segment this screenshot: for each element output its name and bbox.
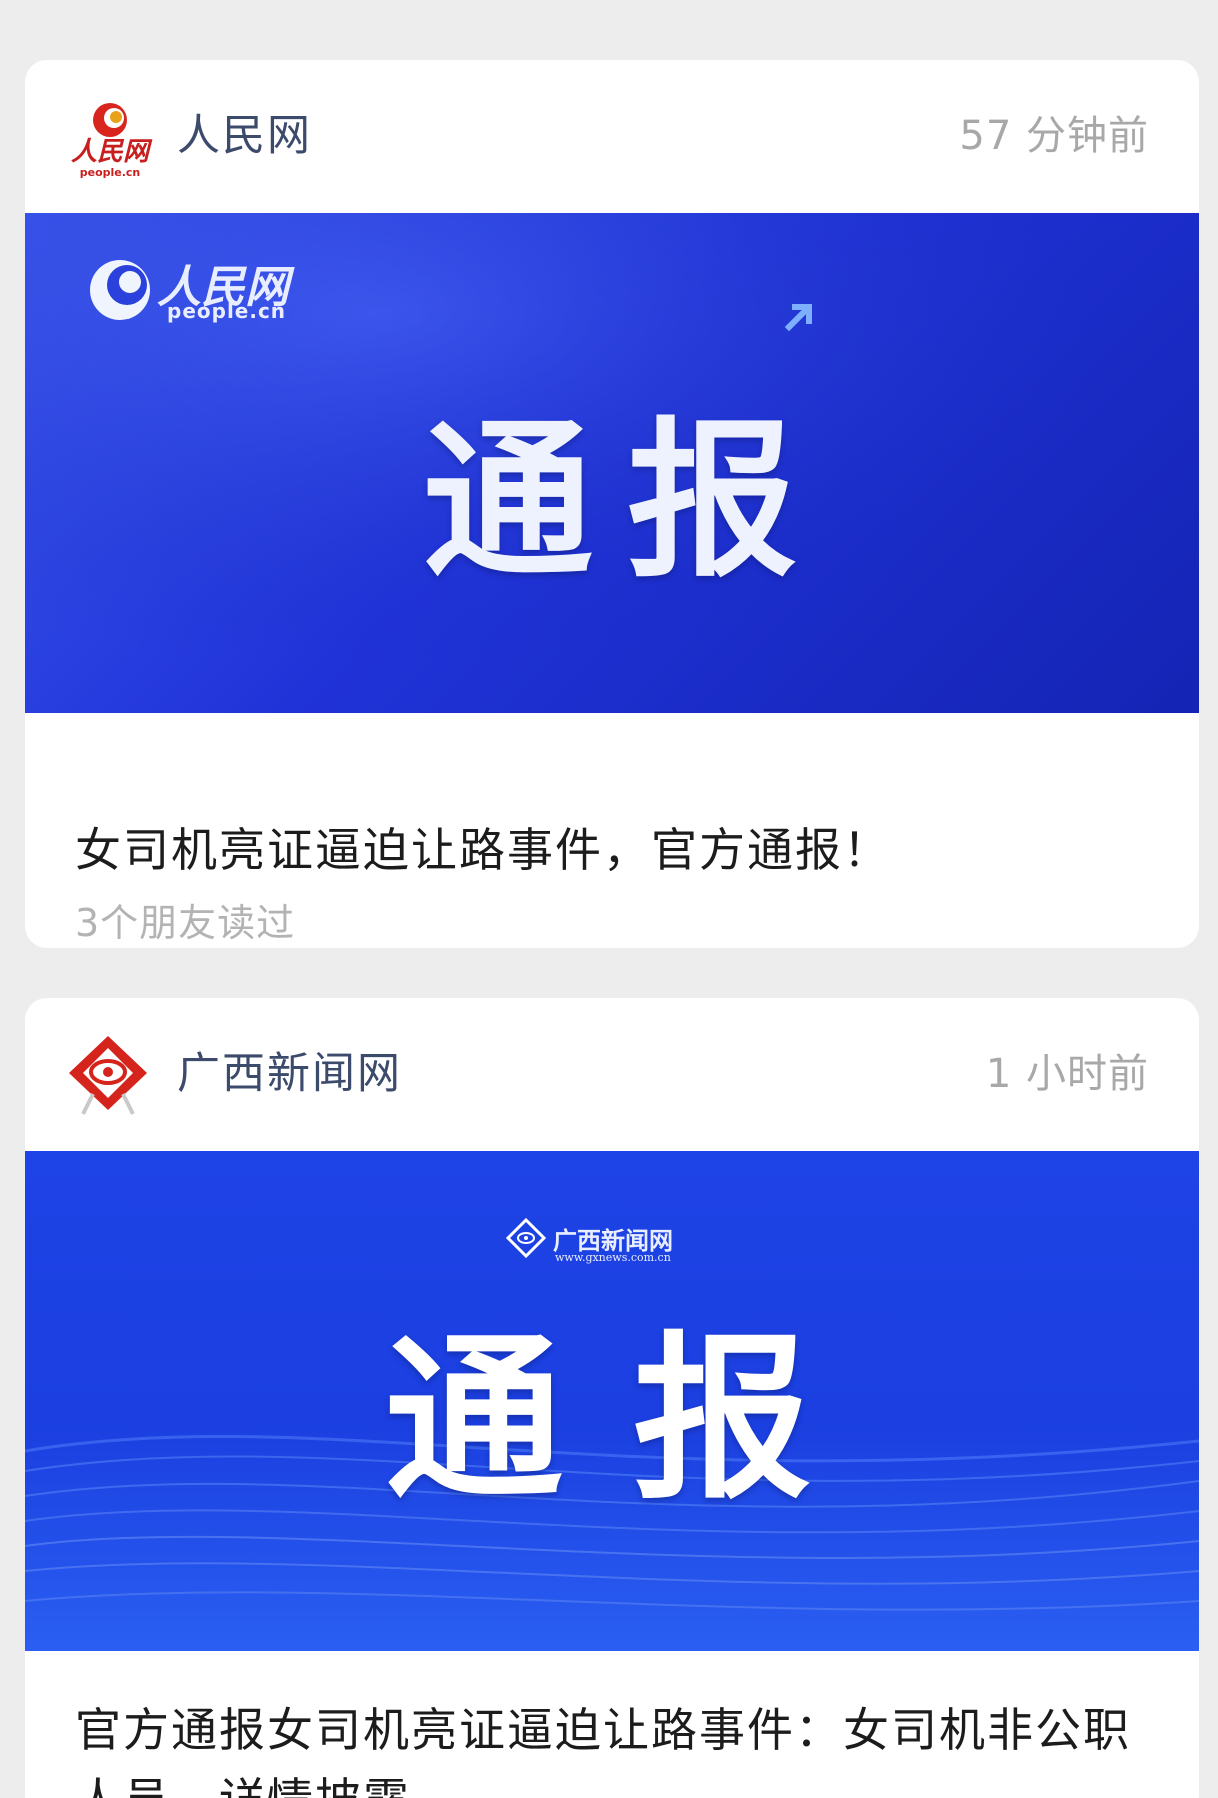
article-title[interactable]: 女司机亮证逼迫让路事件，官方通报！ — [75, 815, 891, 885]
post-time: 57 分钟前 — [959, 113, 1149, 159]
cover-image[interactable]: 广西新闻网 www.gxnews.com.cn 通报 — [25, 1151, 1199, 1651]
svg-text:人民网: 人民网 — [71, 137, 153, 167]
people-cn-swirl-icon — [90, 260, 150, 320]
cover-headline: 通报 — [385, 1316, 881, 1523]
article-card[interactable]: 人民网 people.cn 人民网 57 分钟前 人民网 people.cn 通… — [25, 60, 1199, 948]
cover-logo-domain: www.gxnews.com.cn — [555, 1251, 671, 1264]
source-name[interactable]: 人民网 — [177, 60, 312, 213]
cover-headline: 通报 — [423, 403, 832, 601]
arrow-up-right-icon — [784, 304, 812, 332]
article-title[interactable]: 官方通报女司机亮证逼迫让路事件：女司机非公职人员，详情披露 — [75, 1695, 1165, 1798]
article-feed: 人民网 people.cn 人民网 57 分钟前 人民网 people.cn 通… — [0, 0, 1218, 1798]
gxnews-logo-icon[interactable] — [63, 1028, 153, 1118]
card-header: 广西新闻网 1 小时前 — [25, 998, 1199, 1151]
cover-image[interactable]: 人民网 people.cn 通报 — [25, 213, 1199, 713]
article-card[interactable]: 广西新闻网 1 小时前 广西新闻网 www.gxnews.com.cn 通报 官… — [25, 998, 1199, 1798]
people-daily-logo-icon[interactable]: 人民网 people.cn — [65, 92, 155, 182]
card-header: 人民网 people.cn 人民网 57 分钟前 — [25, 60, 1199, 213]
svg-text:people.cn: people.cn — [80, 166, 141, 179]
friends-read-count: 3个朋友读过 — [75, 901, 296, 945]
source-name[interactable]: 广西新闻网 — [177, 998, 402, 1151]
cover-logo-domain: people.cn — [167, 299, 287, 323]
post-time: 1 小时前 — [985, 1051, 1149, 1097]
gxnews-cover-logo-icon — [505, 1217, 547, 1259]
